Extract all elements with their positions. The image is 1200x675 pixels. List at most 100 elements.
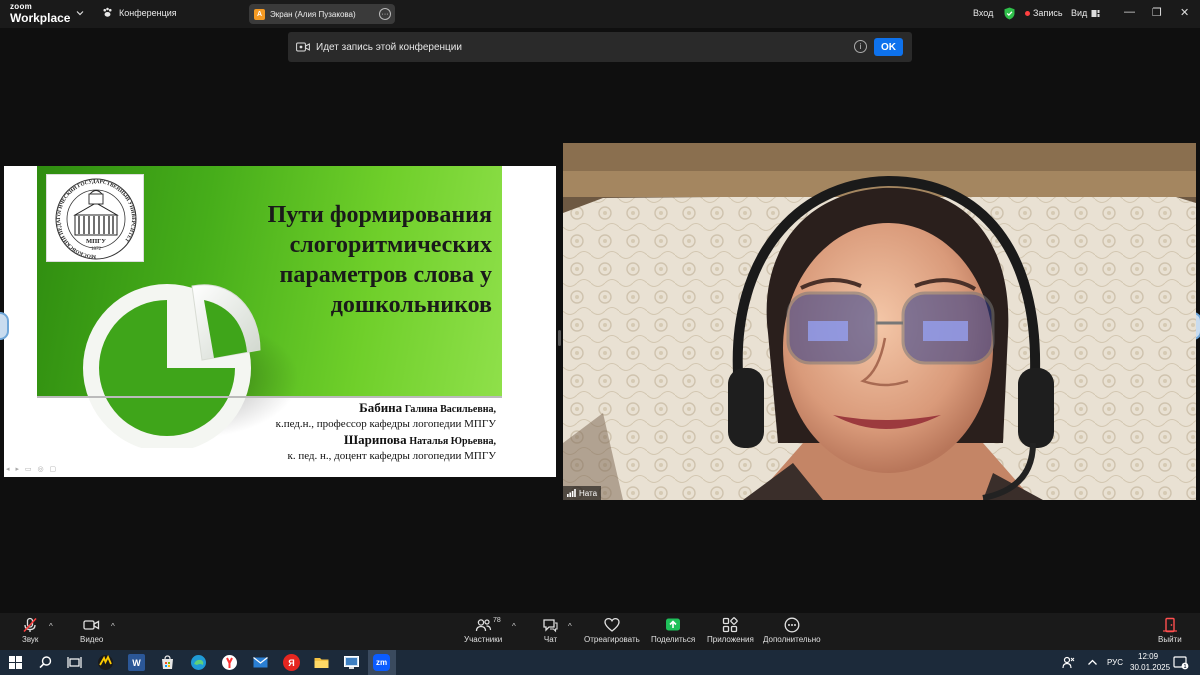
- more-label: Дополнительно: [763, 635, 821, 644]
- react-button[interactable]: Отреагировать: [584, 617, 640, 644]
- video-options-caret[interactable]: ^: [111, 622, 115, 631]
- participants-label: Участники: [464, 635, 503, 644]
- meeting-label: Конференция: [119, 7, 177, 18]
- task-view-icon[interactable]: [66, 654, 83, 671]
- view-label: Вид: [1071, 8, 1088, 18]
- windows-start-icon[interactable]: [7, 654, 24, 671]
- participants-icon: [475, 619, 491, 632]
- author1-surname: Бабина: [359, 400, 403, 415]
- video-record-icon: [296, 42, 310, 52]
- shared-screen-slide: МОСКОВСКИЙ ПЕДАГОГИЧЕСКИЙ ГОСУДАРСТВЕННЫ…: [4, 166, 556, 477]
- share-screen-button[interactable]: Поделиться: [651, 617, 695, 644]
- participant-video-frame: [563, 143, 1196, 500]
- restore-button[interactable]: ❐: [1152, 6, 1162, 19]
- ok-button[interactable]: OK: [874, 38, 903, 56]
- leave-door-icon: [1162, 617, 1177, 633]
- notification-count: 1: [1184, 664, 1187, 670]
- word-icon[interactable]: W: [128, 654, 145, 671]
- microphone-muted-icon: [23, 617, 37, 633]
- university-emblem: МОСКОВСКИЙ ПЕДАГОГИЧЕСКИЙ ГОСУДАРСТВЕННЫ…: [46, 174, 144, 262]
- split-view-divider[interactable]: [558, 330, 561, 346]
- search-icon[interactable]: [37, 654, 54, 671]
- audio-button[interactable]: Звук: [22, 617, 38, 644]
- emblem-abbr: МПГУ: [86, 238, 106, 245]
- audio-options-caret[interactable]: ^: [49, 622, 53, 631]
- view-button[interactable]: Вид: [1071, 8, 1100, 18]
- participant-name-tag: Ната: [563, 486, 602, 500]
- tray-chevron-up-icon[interactable]: [1084, 654, 1101, 671]
- screen-share-tab[interactable]: А Экран (Алия Пузакова) ···: [249, 4, 395, 24]
- store-icon[interactable]: [159, 654, 176, 671]
- participant-name: Ната: [579, 488, 598, 498]
- heart-icon: [604, 617, 620, 632]
- more-circle-icon: [784, 617, 800, 633]
- slide-title-line-2: слогоритмических: [289, 232, 492, 258]
- zoom-app-icon[interactable]: zm: [373, 654, 390, 671]
- author2-name: Наталья Юрьевна,: [409, 436, 496, 447]
- apps-button[interactable]: Приложения: [707, 617, 754, 644]
- yandex-music-icon[interactable]: [97, 654, 114, 671]
- remote-desktop-icon[interactable]: [343, 654, 360, 671]
- meeting-toolbar: Звук ^ Видео ^ Участники 78 ^ Чат ^ Отре…: [0, 613, 1200, 650]
- participants-options-caret[interactable]: ^: [512, 622, 516, 631]
- notification-icon[interactable]: 1: [1172, 654, 1189, 671]
- view-layout-icon: [1091, 9, 1100, 17]
- author1-name: Галина Васильевна,: [404, 404, 496, 415]
- more-button[interactable]: Дополнительно: [763, 617, 821, 644]
- share-screen-icon: [666, 618, 681, 631]
- edge-browser-icon[interactable]: [190, 654, 207, 671]
- recording-indicator[interactable]: Запись: [1025, 8, 1063, 18]
- video-button[interactable]: Видео: [80, 617, 103, 644]
- mpgu-emblem-icon: МОСКОВСКИЙ ПЕДАГОГИЧЕСКИЙ ГОСУДАРСТВЕННЫ…: [55, 178, 137, 260]
- apps-grid-icon: [723, 617, 739, 633]
- recording-banner: Идет запись этой конференции i OK: [288, 32, 912, 62]
- minimize-button[interactable]: —: [1124, 6, 1135, 18]
- slide-title-line-1: Пути формирования: [267, 202, 492, 228]
- slide-divider: [37, 396, 502, 398]
- share-tab-label: Экран (Алия Пузакова): [270, 9, 356, 19]
- participant-video-tile[interactable]: Ната: [563, 143, 1196, 500]
- file-explorer-icon[interactable]: [313, 654, 330, 671]
- keyboard-language[interactable]: РУС: [1107, 658, 1123, 667]
- title-bar: zoom Workplace Конференция А Экран (Алия…: [0, 0, 1200, 28]
- share-label: Поделиться: [651, 635, 696, 644]
- sharer-avatar: А: [254, 8, 265, 20]
- author1-role: к.пед.н., профессор кафедры логопедии МП…: [275, 418, 496, 430]
- emblem-year: 1872: [91, 247, 102, 252]
- slideshow-controls[interactable]: ◂ ▸ ▭ ◎ ▢: [6, 465, 58, 473]
- recording-label: Запись: [1033, 8, 1063, 18]
- mail-icon[interactable]: [252, 654, 269, 671]
- chat-bubble-icon: [543, 619, 558, 633]
- logo-line2: Workplace: [10, 11, 71, 25]
- author2-role: к. пед. н., доцент кафедры логопедии МПГ…: [287, 450, 496, 462]
- info-icon[interactable]: i: [854, 40, 867, 53]
- chat-options-caret[interactable]: ^: [568, 622, 572, 631]
- zoom-logo: zoom Workplace: [10, 3, 71, 25]
- video-camera-icon: [83, 620, 100, 630]
- signal-bars-icon: [567, 489, 576, 497]
- windows-taskbar: W Я zm РУС 12:09 30.01.2025 1: [0, 650, 1200, 675]
- chevron-down-icon[interactable]: [76, 9, 84, 17]
- meeting-menu-button[interactable]: Конференция: [102, 7, 177, 18]
- chat-label: Чат: [543, 635, 558, 644]
- sign-in-button[interactable]: Вход: [973, 8, 993, 18]
- more-icon[interactable]: ···: [379, 8, 391, 20]
- video-label: Видео: [80, 635, 104, 644]
- slide-authors: Бабина Галина Васильевна, к.пед.н., проф…: [184, 400, 496, 464]
- recording-banner-text: Идет запись этой конференции: [316, 41, 462, 53]
- close-button[interactable]: ✕: [1180, 6, 1189, 19]
- react-label: Отреагировать: [584, 635, 640, 644]
- author2-surname: Шарипова: [343, 432, 407, 447]
- people-icon[interactable]: [1060, 654, 1077, 671]
- yandex-browser-icon[interactable]: [221, 654, 238, 671]
- clock-time[interactable]: 12:09: [1138, 652, 1158, 661]
- leave-button[interactable]: Выйти: [1158, 617, 1182, 644]
- shield-check-icon[interactable]: [1004, 7, 1015, 20]
- participants-count: 78: [493, 617, 501, 624]
- leave-label: Выйти: [1158, 635, 1182, 644]
- audio-label: Звук: [22, 635, 39, 644]
- chat-button[interactable]: Чат: [542, 617, 559, 644]
- yandex-icon[interactable]: Я: [283, 654, 300, 671]
- clock-date[interactable]: 30.01.2025: [1130, 663, 1170, 672]
- paw-icon: [103, 7, 112, 17]
